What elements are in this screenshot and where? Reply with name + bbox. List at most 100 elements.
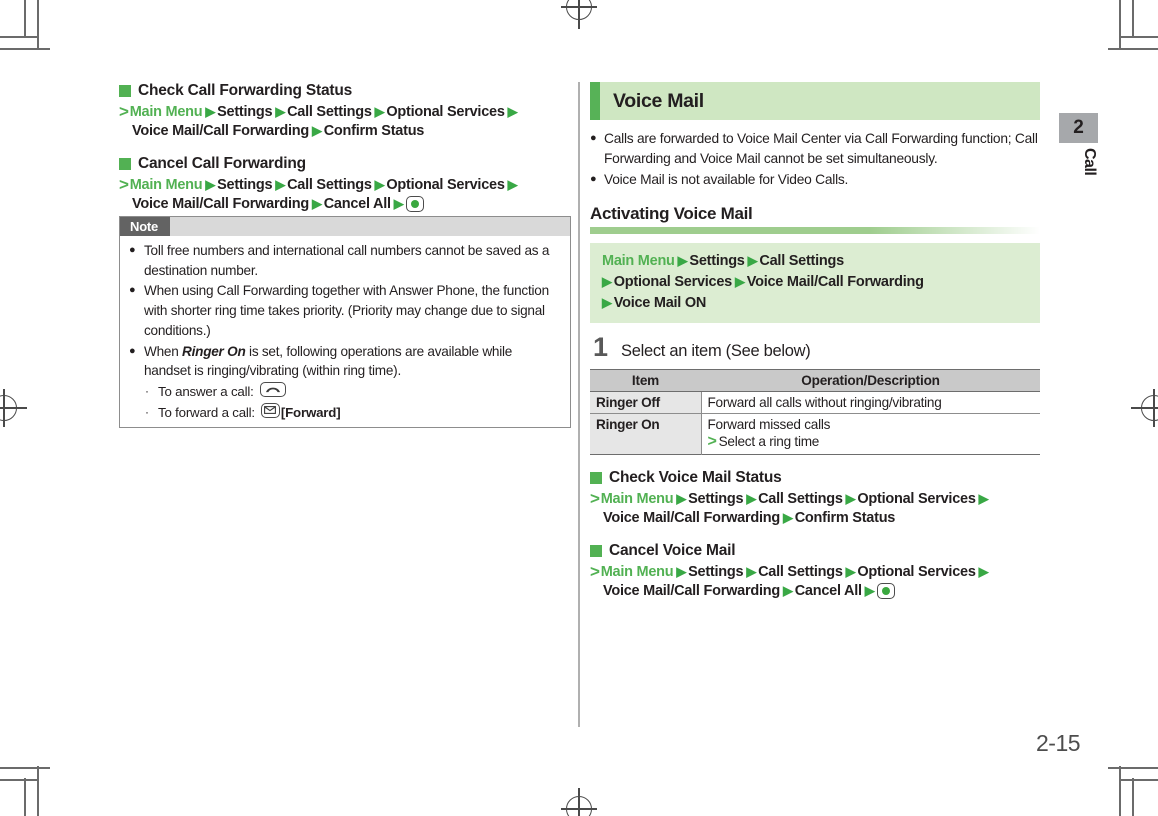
nav-path-line-2: Voice Mail/Call Forwarding ▶ Confirm Statu… [119,122,571,141]
green-square-bullet-icon [119,158,131,171]
note-item: ● Toll free numbers and international ca… [129,241,560,280]
table-header-row: Item Operation/Description [590,369,1040,392]
path-step-voice-mail-call-forwarding: Voice Mail/Call Forwarding [603,583,780,600]
triangle-right-icon: ▶ [205,177,216,193]
nav-path-line-1: >Main Menu ▶ Settings ▶ Call Settings ▶ Option… [119,176,571,195]
page-title: Voice Mail [613,89,704,112]
path-prefix-icon: > [590,562,600,582]
note-emphasis-ringer-on: Ringer On [182,343,246,359]
list-item: ● Voice Mail is not available for Video … [590,170,1040,190]
section-heading: Cancel Call Forwarding [119,155,571,173]
triangle-right-icon: ▶ [275,104,286,119]
nav-path-line-2: Voice Mail/Call Forwarding ▶ Cancel All ▶ [119,195,571,214]
triangle-right-icon: ▶ [746,564,757,580]
triangle-right-icon: ▶ [747,252,758,268]
path-prefix-icon: > [119,175,129,195]
triangle-right-icon: ▶ [507,177,518,193]
left-column: Check Call Forwarding Status >Main Menu ▶… [119,82,571,215]
green-square-bullet-icon [590,471,602,484]
table-row: Ringer Off Forward all calls without rin… [590,391,1040,414]
section-heading-label: Check Call Forwarding Status [138,82,353,99]
path-prefix-icon: > [707,432,717,450]
note-sub-item-key-suffix: [Forward] [280,404,341,420]
center-ok-key-icon [876,583,895,600]
path-step-main-menu: Main Menu [600,564,674,581]
nav-path-line-1: >Main Menu ▶ Settings ▶ Call Settings ▶ Option… [119,103,571,122]
table-cell-item: Ringer On [590,413,702,455]
round-bullet-icon: ● [590,172,597,185]
section-heading-label: Cancel Voice Mail [609,542,736,560]
triangle-right-icon: ▶ [978,564,989,580]
green-square-bullet-icon [590,545,602,558]
note-item-text: When Ringer On is set, following operati… [144,342,560,381]
section-check-voice-mail-status: Check Voice Mail Status >Main Menu ▶ Setti… [590,469,1040,528]
triangle-right-icon: ▶ [374,177,385,193]
path-step-call-settings: Call Settings [759,252,844,269]
path-step-settings: Settings [688,564,744,581]
path-step-settings: Settings [689,252,745,269]
nav-path-line-1: >Main Menu ▶ Settings ▶ Call Settings ▶ Option… [590,490,1040,509]
section-check-call-forwarding-status: Check Call Forwarding Status >Main Menu ▶… [119,82,571,141]
nav-path-line-2: Voice Mail/Call Forwarding ▶ Confirm Statu… [590,509,1040,528]
round-bullet-icon: ● [590,132,597,144]
section-heading: Check Voice Mail Status [590,469,1040,487]
note-box: Note ● Toll free numbers and internation… [119,216,571,428]
path-step-optional-services: Optional Services [386,104,505,120]
path-step-optional-services: Optional Services [386,177,505,194]
middle-dot-icon: · [145,404,149,419]
note-text-before: When [144,343,183,359]
triangle-right-icon: ▶ [676,490,687,506]
note-sub-item-label: To forward a call: [158,404,255,420]
triangle-right-icon: ▶ [275,177,286,193]
round-bullet-icon: ● [129,244,136,256]
subsection-heading: Activating Voice Mail [590,203,753,223]
path-step-confirm-status: Confirm Status [794,510,896,527]
round-bullet-icon: ● [129,344,136,357]
step-1: 1 Select an item (See below) [590,333,1040,361]
triangle-right-icon: ▶ [602,273,612,289]
table-cell-description-main: Forward missed calls [707,416,831,432]
triangle-right-icon: ▶ [735,273,745,289]
path-step-voice-mail-call-forwarding: Voice Mail/Call Forwarding [132,123,309,140]
path-step-cancel-all: Cancel All [323,196,391,213]
bottom-sections: Check Voice Mail Status >Main Menu ▶ Setti… [590,469,1040,602]
triangle-right-icon: ▶ [845,564,856,580]
navigation-path-box: Main Menu ▶ Settings ▶ Call Settings ▶ Option… [590,242,1040,323]
mail-key-icon [260,402,280,418]
path-step-voice-mail-on: Voice Mail ON [613,294,707,311]
step-text: Select an item (See below) [621,341,811,360]
green-square-bullet-icon [119,85,131,97]
chapter-tab: 2 [1059,113,1098,143]
table-header-item: Item [590,369,701,392]
path-step-call-settings: Call Settings [287,104,372,120]
path-step-settings: Settings [217,104,273,120]
note-tab-label: Note [120,217,171,236]
section-heading-label: Cancel Call Forwarding [138,155,306,173]
manual-page: Check Call Forwarding Status >Main Menu ▶… [0,0,1158,816]
path-prefix-icon: > [590,488,600,508]
path-step-settings: Settings [217,177,273,194]
triangle-right-icon: ▶ [602,294,612,310]
note-sub-item-answer-call: · To answer a call: [129,381,560,403]
voice-mail-section-header: Voice Mail [590,82,1040,120]
path-step-optional-services: Optional Services [857,564,976,581]
path-step-main-menu: Main Menu [129,177,203,194]
send-call-key-icon [259,381,286,397]
table-cell-sub-label: Select a ring time [718,433,820,449]
table-cell-description: Forward missed calls > Select a ring time [701,413,1040,454]
path-step-call-settings: Call Settings [287,177,372,194]
section-cancel-call-forwarding: Cancel Call Forwarding >Main Menu ▶ Settin… [119,155,571,214]
middle-dot-icon: · [145,383,149,398]
path-step-main-menu: Main Menu [129,104,203,120]
table-cell-description-sub: > Select a ring time [708,433,1035,451]
path-step-voice-mail-call-forwarding: Voice Mail/Call Forwarding [132,196,309,213]
path-step-main-menu: Main Menu [600,490,674,507]
intro-bullet-text: Calls are forwarded to Voice Mail Center… [604,131,1038,167]
path-step-confirm-status: Confirm Status [323,123,425,140]
intro-bullet-text: Voice Mail is not available for Video Ca… [604,171,849,187]
triangle-right-icon: ▶ [782,510,793,526]
path-step-main-menu: Main Menu [602,252,675,269]
note-item: ● When using Call Forwarding together wi… [129,281,560,340]
item-operation-table: Item Operation/Description Ringer Off Fo… [590,368,1040,455]
path-step-optional-services: Optional Services [857,490,976,507]
